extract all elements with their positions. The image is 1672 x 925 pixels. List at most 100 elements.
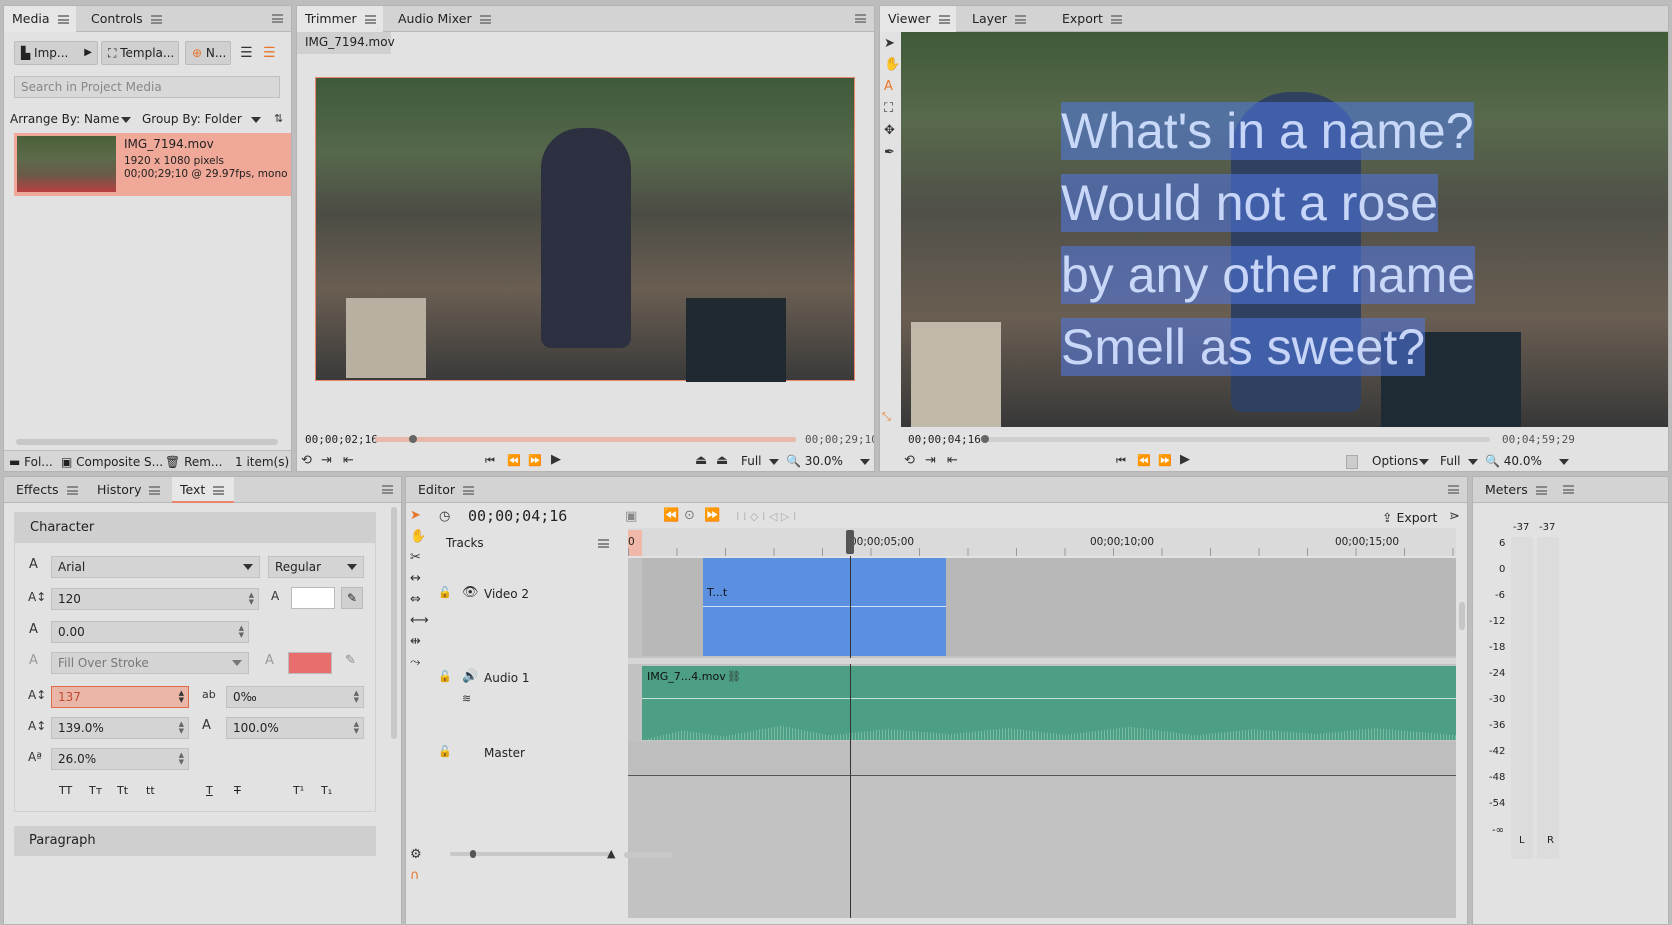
arrange-by-dropdown[interactable]: Arrange By: Name <box>10 112 132 126</box>
text-tool-icon[interactable]: A <box>884 80 893 94</box>
eye-icon[interactable]: 👁 <box>462 586 479 600</box>
waveform-toggle-icon[interactable]: ≋ <box>462 692 471 706</box>
select-arrow-icon[interactable]: ➤ <box>884 37 895 51</box>
group-by-dropdown[interactable]: Group By: Folder <box>142 112 264 126</box>
loop-icon[interactable]: ⟲ <box>301 454 312 468</box>
folder-button[interactable]: ▬ Fol... <box>9 455 53 469</box>
tab-media[interactable]: Media <box>4 6 76 32</box>
go-next-edit-icon[interactable]: ⏩ <box>704 509 720 523</box>
viewer-playhead[interactable] <box>981 435 990 443</box>
slip-icon[interactable]: ↔ <box>410 572 421 586</box>
menu-icon[interactable] <box>57 15 69 24</box>
select-arrow-icon[interactable]: ➤ <box>410 509 421 523</box>
viewer-video-frame[interactable]: What's in a name? Would not a rose by an… <box>901 32 1668 427</box>
link-icon[interactable]: ⛓ <box>727 670 741 684</box>
overwrite-icon[interactable]: ⇤ <box>343 454 354 468</box>
panel-menu-icon[interactable] <box>382 485 393 494</box>
all-caps-button[interactable]: TT <box>59 784 72 797</box>
character-header[interactable]: Character <box>15 513 375 543</box>
step-forward-icon[interactable]: ⏩ <box>1158 454 1172 468</box>
menu-icon[interactable] <box>213 486 225 495</box>
panel-menu-icon[interactable] <box>855 14 866 23</box>
stepper-icon[interactable]: ▲ ▼ <box>179 690 184 704</box>
trimmer-playhead[interactable] <box>408 435 417 443</box>
zoom-slider-handle[interactable] <box>470 850 476 858</box>
tracks-menu-icon[interactable] <box>598 539 609 548</box>
kerning-input[interactable]: 0‰ ▲ ▼ <box>226 686 364 708</box>
slide-icon[interactable]: ⇔ <box>410 593 421 607</box>
play-icon[interactable]: ▶ <box>551 453 561 467</box>
go-to-start-icon[interactable]: ⏮ <box>485 454 495 468</box>
panel-menu-icon[interactable] <box>272 14 283 23</box>
menu-icon[interactable] <box>1535 486 1547 495</box>
subscript-button[interactable]: T₁ <box>321 784 332 797</box>
panel-menu-icon[interactable] <box>1563 485 1574 494</box>
magnet-icon[interactable]: ∩ <box>410 869 420 883</box>
menu-icon[interactable] <box>479 15 491 24</box>
lock-icon[interactable]: 🔓 <box>438 586 452 600</box>
stepper-icon[interactable]: ▲ ▼ <box>249 592 254 606</box>
menu-icon[interactable] <box>1110 15 1122 24</box>
baseline-input[interactable]: 26.0% ▲ ▼ <box>51 748 189 770</box>
snapshot-icon[interactable]: ▣ <box>625 510 637 524</box>
stepper-icon[interactable]: ▲ ▼ <box>179 752 184 766</box>
tab-meters[interactable]: Meters <box>1485 477 1547 503</box>
horizontal-scrollbar[interactable] <box>16 439 278 445</box>
tracking-input[interactable]: 0.00 ▲ ▼ <box>51 621 249 643</box>
step-forward-icon[interactable]: ⏩ <box>528 454 542 468</box>
lowercase-button[interactable]: tt <box>146 784 155 797</box>
mark-in-icon[interactable]: ⏏ <box>695 454 707 468</box>
grid-toggle-icon[interactable] <box>1346 455 1358 469</box>
stepper-icon[interactable]: ▲ ▼ <box>179 721 184 735</box>
settings-gear-icon[interactable]: ⚙ <box>410 848 422 862</box>
loop-icon[interactable]: ⟲ <box>904 454 915 468</box>
tab-controls[interactable]: Controls <box>91 6 162 32</box>
resize-corner-icon[interactable]: ⤡ <box>882 410 891 424</box>
strikethrough-button[interactable]: T <box>234 784 241 797</box>
horizontal-scale-input[interactable]: 100.0% ▲ ▼ <box>226 717 364 739</box>
trimmer-scrub-bar[interactable] <box>375 435 796 443</box>
go-prev-edit-icon[interactable]: ⏪ <box>663 509 679 523</box>
new-button[interactable]: ⊕ N... <box>185 41 231 65</box>
remove-button[interactable]: 🗑 Rem... <box>165 455 222 469</box>
anchor-icon[interactable]: ✥ <box>884 124 895 138</box>
fill-mode-select[interactable]: Fill Over Stroke <box>51 652 249 674</box>
razor-icon[interactable]: ✂ <box>410 551 421 565</box>
trimmer-quality-dropdown[interactable]: Full <box>741 454 781 468</box>
stepper-icon[interactable]: ▲ ▼ <box>354 721 359 735</box>
tab-effects[interactable]: Effects <box>16 477 78 503</box>
transform-icon[interactable]: ⛶ <box>884 102 893 116</box>
playhead-handle[interactable] <box>846 530 854 554</box>
font-style-select[interactable]: Regular <box>268 556 364 578</box>
timeline-horizontal-scrollbar[interactable] <box>624 852 672 858</box>
marker-tools[interactable]: ⁞ ⁞ ◇ ⁞ ◁ ▷ ⁞ <box>736 510 796 523</box>
tab-text[interactable]: Text <box>172 477 234 503</box>
tab-viewer[interactable]: Viewer <box>880 6 956 32</box>
export-button[interactable]: ⇪ Export <box>1382 510 1437 525</box>
lock-icon[interactable]: 🔓 <box>438 745 452 759</box>
insert-icon[interactable]: ⇥ <box>925 454 936 468</box>
step-back-icon[interactable]: ⏪ <box>1137 454 1151 468</box>
media-item[interactable]: IMG_7194.mov 1920 x 1080 pixels 00;00;29… <box>14 133 291 196</box>
video-clip[interactable]: T...t <box>703 558 946 656</box>
viewer-zoom-dropdown[interactable]: 🔍 40.0% <box>1485 454 1570 468</box>
list-view-icon[interactable]: ☰ <box>240 46 253 60</box>
search-input[interactable]: Search in Project Media <box>14 76 280 98</box>
font-size-input[interactable]: 120 ▲ ▼ <box>51 588 259 610</box>
leading-input[interactable]: 137 ▲ ▼ <box>51 686 189 708</box>
ripple-icon[interactable]: ⇹ <box>410 635 421 649</box>
menu-icon[interactable] <box>364 15 376 24</box>
rate-stretch-icon[interactable]: ⟷ <box>410 614 429 628</box>
tab-audio-mixer[interactable]: Audio Mixer <box>398 6 491 32</box>
menu-icon[interactable] <box>938 15 950 24</box>
zoom-triangle-icon[interactable]: ▲ <box>607 847 615 861</box>
vertical-scale-input[interactable]: 139.0% ▲ ▼ <box>51 717 189 739</box>
collapse-panel-icon[interactable]: ⋗ <box>1449 510 1460 524</box>
viewer-options-dropdown[interactable]: Options <box>1372 454 1432 468</box>
viewer-quality-dropdown[interactable]: Full <box>1440 454 1480 468</box>
hand-icon[interactable]: ✋ <box>884 58 900 72</box>
tab-export[interactable]: Export <box>1062 6 1122 32</box>
tab-history[interactable]: History <box>97 477 161 503</box>
audio-clip[interactable]: IMG_7...4.mov ⛓ <box>642 666 1456 740</box>
record-icon[interactable]: ⊙ <box>684 509 695 523</box>
